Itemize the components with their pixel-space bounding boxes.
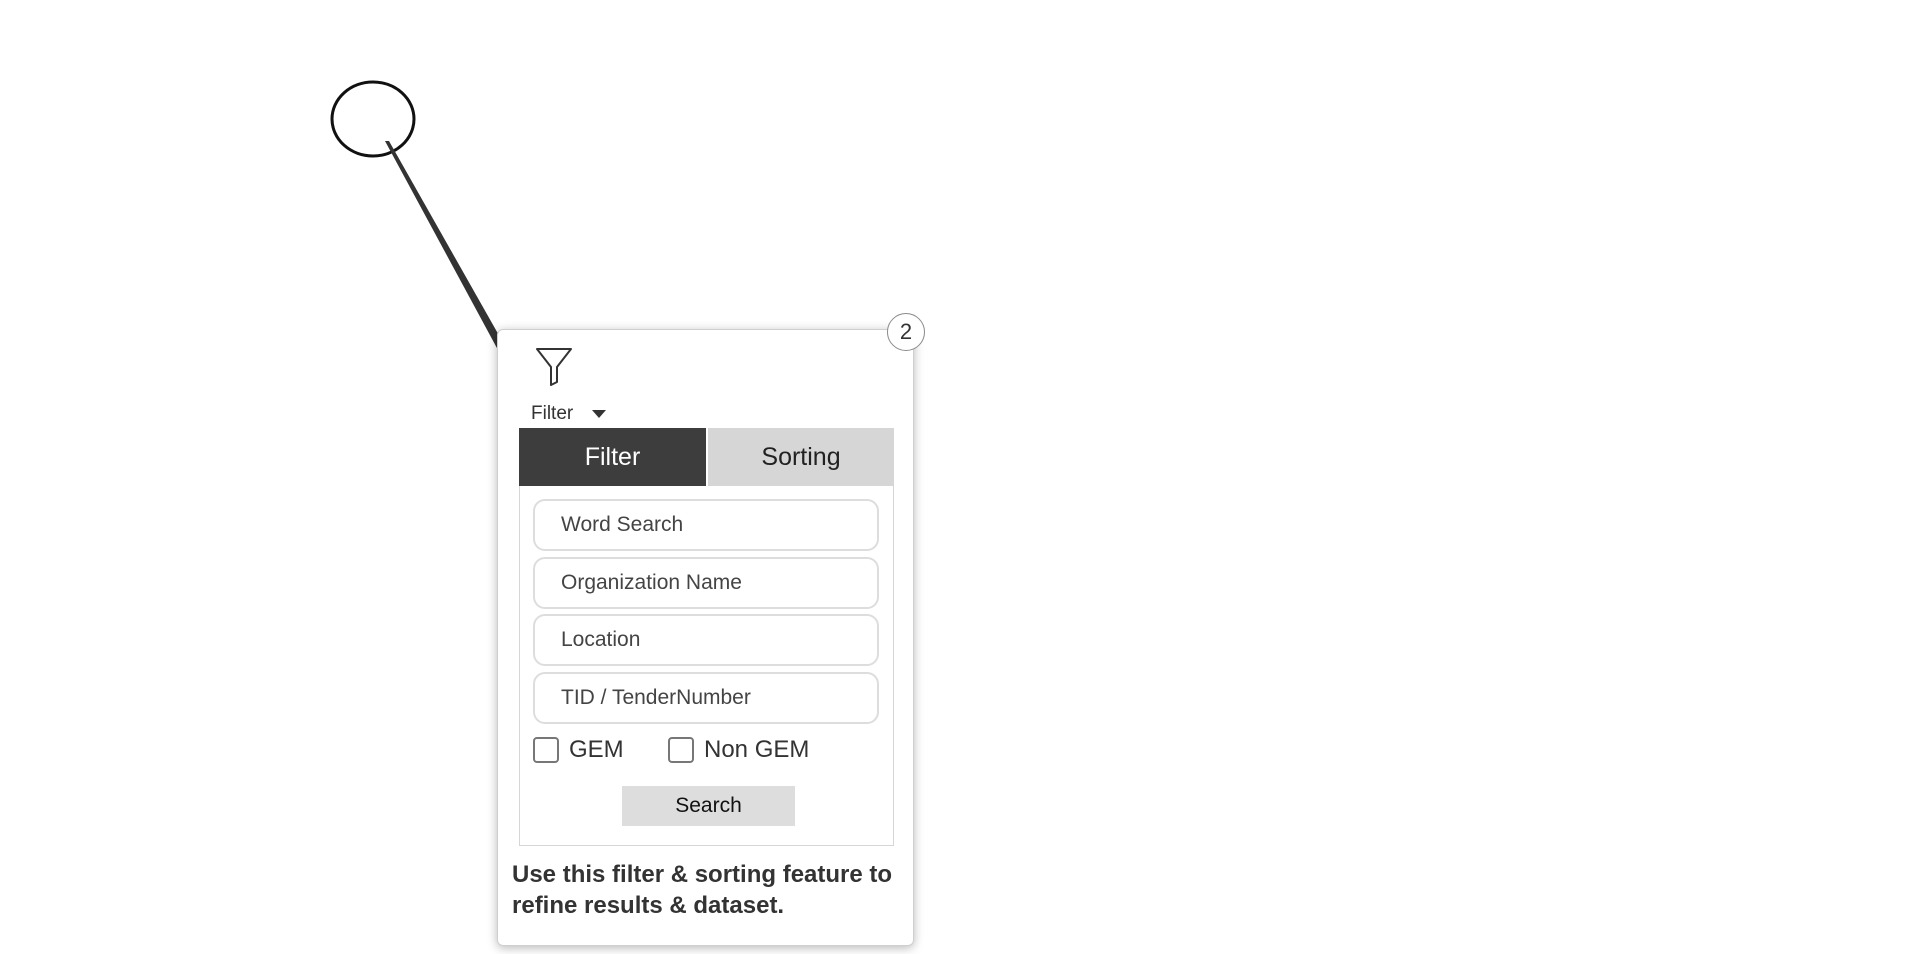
type-checkboxes: GEM Non GEM (533, 735, 879, 765)
gem-checkbox[interactable]: GEM (533, 735, 624, 765)
pointer-line (385, 141, 505, 350)
gem-checkbox-box[interactable] (533, 737, 559, 763)
word-search-input[interactable] (533, 499, 879, 551)
tour-card: Filter Filter Sorting GEM Non GEM Search… (497, 329, 914, 946)
tour-pointer (330, 80, 505, 350)
filter-dropdown-label: Filter (531, 403, 574, 424)
step-number-badge: 2 (887, 313, 925, 351)
non-gem-checkbox-label: Non GEM (704, 736, 810, 763)
search-button[interactable]: Search (622, 786, 795, 826)
organization-name-input[interactable] (533, 557, 879, 609)
filter-panel: Filter Sorting GEM Non GEM Search (519, 428, 894, 846)
location-input[interactable] (533, 614, 879, 666)
non-gem-checkbox[interactable]: Non GEM (668, 735, 809, 765)
tab-bar: Filter Sorting (519, 428, 894, 486)
filter-dropdown-toggle[interactable]: Filter (531, 344, 621, 423)
tab-sorting[interactable]: Sorting (706, 428, 894, 486)
tender-number-input[interactable] (533, 672, 879, 724)
tour-description: Use this filter & sorting feature to ref… (512, 861, 893, 919)
caret-down-icon (592, 410, 606, 418)
tab-filter[interactable]: Filter (519, 428, 706, 486)
funnel-icon (536, 348, 572, 386)
gem-checkbox-label: GEM (569, 736, 624, 763)
highlight-circle (330, 80, 416, 158)
non-gem-checkbox-box[interactable] (668, 737, 694, 763)
